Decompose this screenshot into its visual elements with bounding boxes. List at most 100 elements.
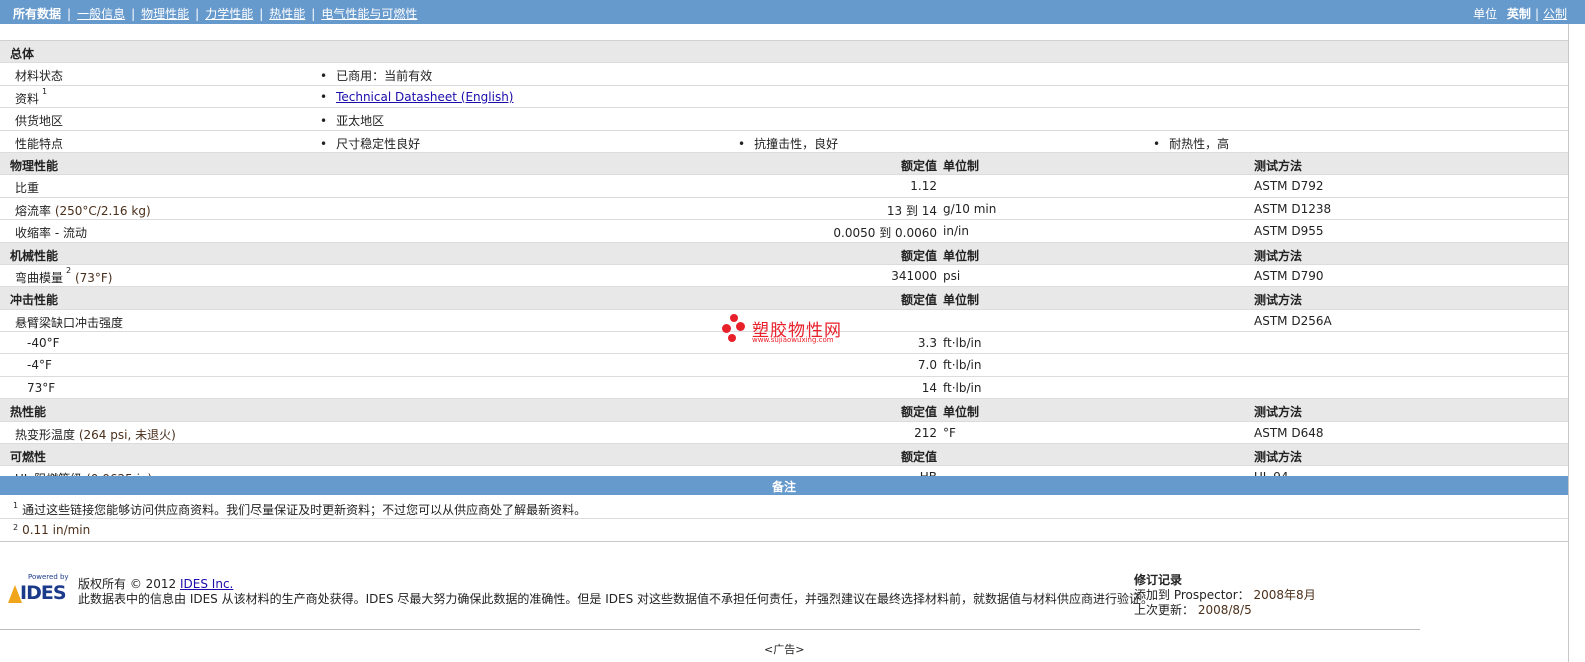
nominal-value: 14 <box>921 380 937 395</box>
logo-powered-by: Powered by <box>28 573 69 581</box>
nav-electrical[interactable]: 电气性能与可燃性 <box>321 7 417 21</box>
unit-value: in/in <box>943 224 969 239</box>
table-row: 熔流率 (250°C/2.16 kg) 13 到 14 g/10 min AST… <box>0 198 1568 221</box>
unit-switcher: 单位 英制 | 公制 <box>1473 7 1567 21</box>
nav-thermal[interactable]: 热性能 <box>269 7 305 21</box>
watermark: 塑胶物性网 www.sujiaowuxing.com <box>722 312 852 346</box>
col-unit: 单位制 <box>943 293 980 308</box>
feature-value: 尺寸稳定性良好 <box>320 135 420 152</box>
units-imperial[interactable]: 英制 <box>1507 7 1531 21</box>
units-label: 单位 <box>1473 7 1498 21</box>
row-label: 资料1 <box>15 86 48 106</box>
datasheet-link[interactable]: Technical Datasheet (English) <box>336 90 513 104</box>
note-text: 0.11 in/min <box>22 523 91 537</box>
section-title: 机械性能 <box>10 248 59 263</box>
col-test: 测试方法 <box>1254 405 1303 420</box>
top-nav-bar: 所有数据 | 一般信息 | 物理性能 | 力学性能 | 热性能 | 电气性能与可燃性 单位 英制 | 公… <box>0 0 1585 24</box>
unit-value: ft·lb/in <box>943 336 982 351</box>
updated-value: 2008/8/5 <box>1197 603 1252 617</box>
datasheet-table: 总体 材料状态 已商用：当前有效 资料1 Technical Datasheet… <box>0 40 1568 489</box>
section-nav: 所有数据 | 一般信息 | 物理性能 | 力学性能 | 热性能 | 电气性能与可燃性 <box>13 7 418 21</box>
section-title: 热性能 <box>10 405 47 420</box>
nominal-value: 341000 <box>891 268 937 283</box>
section-thermal: 热性能 额定值 单位制 测试方法 <box>0 399 1568 422</box>
nominal-value: 13 到 14 <box>886 203 937 218</box>
unit-value: g/10 min <box>943 201 997 216</box>
table-row: 材料状态 已商用：当前有效 <box>0 63 1568 86</box>
notes-header: 备注 <box>0 476 1568 495</box>
table-row: 资料1 Technical Datasheet (English) <box>0 86 1568 109</box>
ides-logo[interactable]: Powered by IDES <box>8 573 70 605</box>
note-item: 2 0.11 in/min <box>13 523 90 537</box>
col-nominal: 额定值 <box>900 405 937 420</box>
col-nominal: 额定值 <box>900 248 937 263</box>
unit-value: ft·lb/in <box>943 358 982 373</box>
table-row: 热变形温度 (264 psi, 未退火) 212 °F ASTM D648 <box>0 422 1568 445</box>
row-label: 材料状态 <box>15 69 64 84</box>
added-label: 添加到 Prospector： <box>1134 588 1250 602</box>
footnote-ref: 1 <box>42 86 48 96</box>
note-number: 1 <box>13 501 19 510</box>
note-number: 2 <box>13 523 19 532</box>
note-item: 1 通过这些链接您能够访问供应商资料。我们尽量保证及时更新资料；不过您可以从供应商… <box>13 501 586 518</box>
footnote-ref: 2 <box>66 265 72 275</box>
row-label: 供货地区 <box>15 114 64 129</box>
nav-all-data[interactable]: 所有数据 <box>13 7 61 21</box>
divider <box>0 541 1568 542</box>
nav-mechanical[interactable]: 力学性能 <box>205 7 253 21</box>
nominal-value: 3.3 <box>917 336 937 351</box>
test-method: ASTM D955 <box>1254 224 1324 239</box>
logo-name: IDES <box>20 582 67 604</box>
section-general: 总体 <box>0 41 1568 64</box>
nominal-value: 212 <box>914 425 937 440</box>
scroll-edge <box>1568 24 1569 662</box>
section-title: 总体 <box>10 47 35 61</box>
row-label: 收缩率 - 流动 <box>15 226 87 241</box>
ad-label[interactable]: <广告> <box>764 641 804 657</box>
watermark-dot-icon <box>730 314 738 322</box>
ides-link[interactable]: IDES Inc. <box>180 577 233 591</box>
condition: (264 psi, 未退火) <box>78 427 176 442</box>
test-method: ASTM D256A <box>1254 313 1332 328</box>
watermark-dot-icon <box>728 334 736 342</box>
nominal-value: 7.0 <box>917 358 937 373</box>
nav-general-info[interactable]: 一般信息 <box>77 7 125 21</box>
col-nominal: 额定值 <box>900 158 937 173</box>
col-test: 测试方法 <box>1254 248 1303 263</box>
unit-value: °F <box>943 425 956 440</box>
row-value: 已商用：当前有效 <box>320 67 432 84</box>
row-label: 热变形温度 (264 psi, 未退火) <box>15 427 176 442</box>
row-value: 亚太地区 <box>320 112 384 129</box>
table-row: 弯曲模量2 (73°F) 341000 psi ASTM D790 <box>0 265 1568 288</box>
table-row: 比重 1.12 ASTM D792 <box>0 175 1568 198</box>
units-metric[interactable]: 公制 <box>1543 7 1567 21</box>
section-physical: 物理性能 额定值 单位制 测试方法 <box>0 152 1568 176</box>
col-unit: 单位制 <box>943 248 980 263</box>
nominal-value: 1.12 <box>910 179 937 194</box>
table-row: 性能特点 尺寸稳定性良好 抗撞击性，良好 耐热性，高 <box>0 131 1568 153</box>
revision-title: 修订记录 <box>1134 573 1183 587</box>
watermark-dot-icon <box>722 324 731 333</box>
unit-value: ft·lb/in <box>943 380 982 395</box>
condition: (250°C/2.16 kg) <box>54 203 151 218</box>
col-nominal: 额定值 <box>900 450 937 465</box>
row-label: -40°F <box>27 336 60 351</box>
nav-physical[interactable]: 物理性能 <box>141 7 189 21</box>
section-flammability: 可燃性 额定值 测试方法 <box>0 444 1568 467</box>
col-nominal: 额定值 <box>900 293 937 308</box>
col-test: 测试方法 <box>1254 293 1303 308</box>
section-title: 冲击性能 <box>10 293 59 308</box>
row-label: 比重 <box>15 181 40 196</box>
datasheet-link-item: Technical Datasheet (English) <box>320 90 513 104</box>
condition: (73°F) <box>74 270 113 285</box>
watermark-url: www.sujiaowuxing.com <box>752 336 834 344</box>
updated-label: 上次更新： <box>1134 603 1195 617</box>
table-row: -4°F 7.0 ft·lb/in <box>0 354 1568 377</box>
col-unit: 单位制 <box>943 158 980 173</box>
section-impact: 冲击性能 额定值 单位制 测试方法 <box>0 287 1568 310</box>
table-row: 73°F 14 ft·lb/in <box>0 377 1568 400</box>
section-title: 物理性能 <box>10 158 59 173</box>
col-test: 测试方法 <box>1254 158 1303 173</box>
watermark-dot-icon <box>736 322 745 331</box>
note-text: 通过这些链接您能够访问供应商资料。我们尽量保证及时更新资料；不过您可以从供应商处… <box>22 503 587 517</box>
